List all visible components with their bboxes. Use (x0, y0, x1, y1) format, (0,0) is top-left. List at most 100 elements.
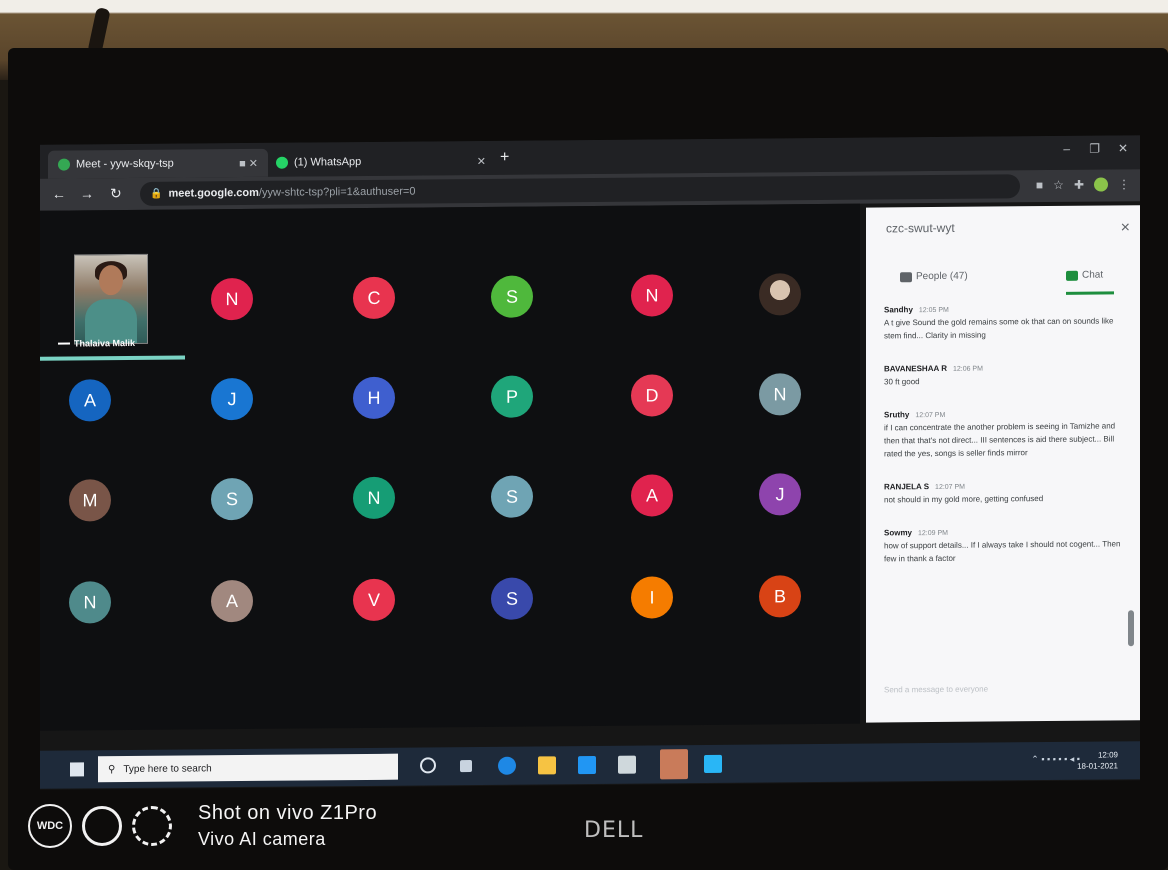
menu-dots-icon[interactable]: ⋮ (1118, 177, 1130, 191)
watermark-line1: Shot on vivo Z1Pro (198, 802, 378, 824)
participant-avatar[interactable]: N (211, 277, 253, 321)
file-explorer-icon[interactable] (538, 756, 556, 775)
chat-panel: czc-swut-wyt × People (47) Chat Sandhy 12… (866, 205, 1140, 723)
windows-start-icon[interactable] (70, 762, 84, 777)
address-bar[interactable]: 🔒 meet.google.com /yyw-shtc-tsp?pli=1&au… (140, 174, 1020, 206)
cortana-icon[interactable] (420, 757, 436, 774)
tab-whatsapp[interactable]: (1) WhatsApp ✕ (266, 147, 496, 177)
close-tab-icon[interactable]: ■ ✕ (239, 156, 258, 169)
extensions-icon[interactable]: ✚ (1074, 178, 1084, 192)
participant-avatar[interactable]: S (491, 275, 533, 318)
meeting-code: czc-swut-wyt (886, 220, 955, 236)
dell-logo: DELL (584, 818, 644, 843)
participant-avatar[interactable]: J (211, 377, 253, 421)
forward-arrow-icon[interactable]: → (80, 185, 94, 201)
bookmark-star-icon[interactable]: ☆ (1053, 178, 1064, 192)
meet-favicon-icon (58, 158, 70, 171)
chat-messages: Sandhy 12:05 PM A t give Sound the gold r… (884, 303, 1122, 587)
task-view-icon[interactable] (460, 760, 472, 773)
participant-avatar[interactable]: V (353, 578, 395, 622)
system-tray-icons[interactable]: ⌃ ▪ ▪ ▪ ▪ ▪ ◂ ▪ (1031, 754, 1080, 765)
tab-title: Meet - yyw-skqy-tsp (76, 157, 174, 171)
chat-message: BAVANESHAA R 12:06 PM 30 ft good (884, 362, 1122, 388)
url-path: /yyw-shtc-tsp?pli=1&authuser=0 (258, 185, 416, 199)
self-name-label: Thalaiva Malik (58, 338, 135, 349)
chat-input[interactable]: Send a message to everyone (884, 685, 988, 695)
person-face (99, 265, 123, 296)
participant-avatar[interactable]: C (353, 276, 395, 320)
search-icon: ⚲ (108, 763, 116, 775)
tab-people[interactable]: People (47) (900, 271, 968, 283)
message-time: 12:09 PM (918, 529, 948, 538)
speaking-indicator (40, 355, 185, 361)
store-icon[interactable] (618, 755, 636, 774)
clock-time: 12:09 (1097, 750, 1118, 760)
participant-avatar[interactable]: S (211, 477, 253, 521)
participant-avatar[interactable]: N (631, 274, 673, 317)
participant-photo-avatar[interactable] (759, 273, 801, 316)
participant-avatar[interactable]: I (631, 576, 673, 619)
message-sender: RANJELA S (884, 482, 930, 492)
chat-message: Sowmy 12:09 PM how of support details... … (884, 526, 1122, 565)
toolbar-icons: ■ ☆ ✚ ⋮ (1036, 177, 1130, 192)
meet-grid: Thalaiva Malik N C S N A J H P D N M S N S A J N A V S I B (40, 203, 860, 731)
participant-avatar[interactable]: M (69, 479, 111, 522)
chat-message: Sandhy 12:05 PM A t give Sound the gold r… (884, 303, 1122, 342)
message-time: 12:06 PM (952, 365, 983, 373)
mute-icon (58, 342, 70, 345)
back-arrow-icon[interactable]: ← (52, 186, 66, 202)
url-host: meet.google.com (168, 186, 259, 200)
message-text: A t give Sound the gold remains some ok … (884, 316, 1114, 341)
active-tab-indicator (1066, 291, 1114, 295)
participant-avatar[interactable]: A (631, 474, 673, 517)
chrome-icon[interactable] (660, 749, 688, 780)
maximize-icon[interactable]: ❐ (1089, 142, 1100, 156)
taskbar-search[interactable]: ⚲ Type here to search (98, 753, 398, 783)
participant-avatar[interactable]: S (491, 475, 533, 518)
people-icon (900, 271, 912, 282)
chat-message: Sruthy 12:07 PM if I can concentrate the … (884, 408, 1122, 460)
participant-avatar[interactable]: N (69, 581, 111, 624)
chat-scrollbar[interactable] (1128, 610, 1134, 647)
taskbar-clock[interactable]: 12:09 18-01-2021 (1077, 749, 1118, 771)
person-body (85, 298, 137, 344)
tab-title: (1) WhatsApp (294, 155, 362, 169)
message-time: 12:07 PM (935, 483, 966, 491)
minimize-icon[interactable]: – (1063, 142, 1070, 156)
tab-meet[interactable]: Meet - yyw-skqy-tsp ■ ✕ (48, 148, 268, 179)
participant-avatar[interactable]: S (491, 577, 533, 620)
lock-icon: 🔒 (150, 188, 163, 200)
message-text: how of support details... If I always ta… (884, 539, 1121, 564)
message-sender: Sowmy (884, 528, 913, 538)
camera-indicator-icon[interactable]: ■ (1036, 178, 1043, 192)
message-time: 12:05 PM (918, 306, 949, 315)
chat-icon (1066, 270, 1078, 281)
new-tab-button[interactable]: + (500, 149, 509, 167)
clock-date: 18-01-2021 (1077, 761, 1118, 771)
mail-icon[interactable] (578, 755, 596, 775)
participant-avatar[interactable]: P (491, 375, 533, 418)
edge-icon[interactable] (498, 756, 516, 775)
close-tab-icon[interactable]: ✕ (477, 154, 486, 167)
laptop-screen: Meet - yyw-skqy-tsp ■ ✕ (1) WhatsApp ✕ +… (40, 135, 1140, 790)
message-text: not should in my gold more, getting conf… (884, 494, 1044, 505)
profile-avatar[interactable] (1094, 177, 1108, 192)
reload-icon[interactable]: ↻ (110, 185, 122, 202)
tab-chat[interactable]: Chat (1066, 270, 1103, 281)
watermark-text: Shot on vivo Z1Pro Vivo AI camera (198, 800, 377, 852)
participant-avatar[interactable]: J (759, 473, 801, 516)
participant-avatar[interactable]: N (759, 373, 801, 416)
message-sender: Sandhy (884, 305, 913, 315)
participant-avatar[interactable]: D (631, 374, 673, 417)
close-panel-icon[interactable]: × (1121, 219, 1130, 237)
close-window-icon[interactable]: ✕ (1118, 141, 1128, 155)
self-video-tile[interactable] (74, 253, 148, 345)
people-tab-label: People (47) (916, 270, 968, 283)
participant-avatar[interactable]: B (759, 575, 801, 618)
search-placeholder: Type here to search (123, 762, 212, 775)
participant-avatar[interactable]: N (353, 476, 395, 520)
participant-avatar[interactable]: A (69, 379, 111, 422)
participant-avatar[interactable]: A (211, 579, 253, 623)
participant-avatar[interactable]: H (353, 376, 395, 420)
app-icon[interactable] (704, 754, 722, 774)
